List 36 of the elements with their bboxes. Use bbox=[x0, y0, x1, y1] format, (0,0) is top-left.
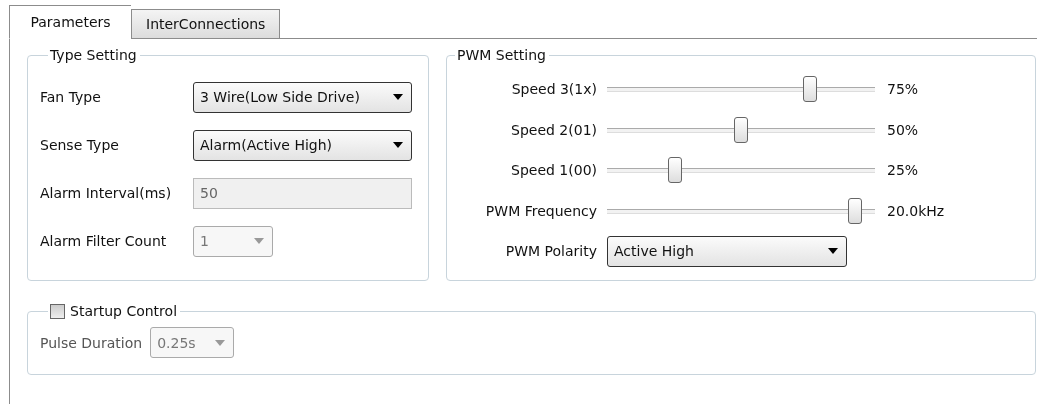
slider[interactable] bbox=[607, 197, 875, 224]
slider-label: Speed 1(00) bbox=[510, 162, 597, 179]
field-label: Alarm Filter Count bbox=[40, 233, 168, 249]
dropdown-arrow-icon bbox=[393, 94, 403, 100]
dropdown[interactable]: Alarm(Active High) bbox=[193, 129, 412, 161]
slider-value: 20.0kHz bbox=[887, 202, 945, 219]
dropdown[interactable]: Active High bbox=[607, 235, 847, 267]
slider[interactable] bbox=[607, 116, 875, 143]
field-label: Fan Type bbox=[40, 89, 102, 105]
field-label: PWM Polarity bbox=[504, 243, 597, 260]
slider-value: 25% bbox=[887, 162, 919, 179]
slider-thumb[interactable] bbox=[734, 116, 748, 143]
slider[interactable] bbox=[607, 157, 875, 184]
dropdown-arrow-icon bbox=[828, 248, 838, 255]
slider-thumb[interactable] bbox=[848, 197, 863, 224]
field-label: Sense Type bbox=[40, 137, 120, 153]
tab[interactable]: InterConnections bbox=[131, 9, 281, 39]
slider-label: PWM Frequency bbox=[484, 202, 597, 219]
slider-thumb[interactable] bbox=[802, 76, 817, 103]
field-label: Alarm Interval(ms) bbox=[40, 185, 173, 201]
dropdown[interactable]: 3 Wire(Low Side Drive) bbox=[193, 81, 412, 113]
dropdown-arrow-icon bbox=[215, 339, 226, 346]
slider-value: 75% bbox=[887, 81, 919, 98]
slider[interactable] bbox=[607, 76, 875, 103]
tab[interactable]: Parameters bbox=[9, 5, 131, 39]
group-title: PWM Setting bbox=[456, 47, 547, 63]
slider-thumb[interactable] bbox=[667, 157, 682, 184]
dropdown-arrow-icon bbox=[254, 238, 264, 244]
slider-label: Speed 2(01) bbox=[510, 121, 597, 138]
group-title: Type Setting bbox=[49, 47, 138, 63]
slider-label: Speed 3(1x) bbox=[510, 81, 597, 98]
dropdown-arrow-icon bbox=[393, 142, 403, 148]
slider-value: 50% bbox=[887, 121, 919, 138]
checkbox-label: Startup Control bbox=[70, 303, 178, 319]
checkbox[interactable] bbox=[50, 303, 65, 319]
field-label: Pulse Duration bbox=[40, 334, 143, 351]
